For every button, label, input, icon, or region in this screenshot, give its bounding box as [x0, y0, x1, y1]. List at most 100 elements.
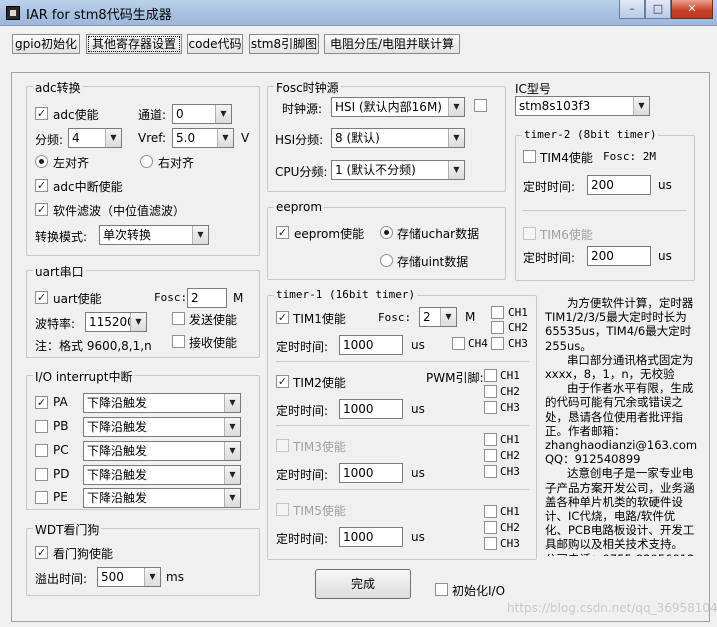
- tab-code[interactable]: code代码: [187, 34, 243, 54]
- tim1-time-input[interactable]: 1000: [339, 335, 403, 355]
- chevron-down-icon: ▼: [224, 442, 240, 460]
- adc-left-align-radio[interactable]: [35, 155, 48, 168]
- eeprom-uint-radio[interactable]: [380, 254, 393, 267]
- adc-div-select[interactable]: 4 ▼: [68, 128, 122, 148]
- maximize-button[interactable]: □: [645, 0, 671, 19]
- minimize-button[interactable]: –: [619, 0, 645, 19]
- tim1-ch4-checkbox[interactable]: [452, 337, 465, 350]
- tab-gpio-init[interactable]: gpio初始化: [12, 34, 80, 54]
- tim1-enable-checkbox[interactable]: ✓: [276, 311, 289, 324]
- uart-fosc-input[interactable]: 2: [187, 288, 227, 308]
- eeprom-uchar-label: 存储uchar数据: [397, 227, 480, 241]
- port-pc-checkbox[interactable]: [35, 444, 48, 457]
- tim3-ch3-checkbox[interactable]: [484, 465, 497, 478]
- chevron-down-icon: ▼: [448, 129, 464, 147]
- init-io-checkbox[interactable]: [435, 583, 448, 596]
- tim5-time-input[interactable]: 1000: [339, 527, 403, 547]
- adc-right-align-radio[interactable]: [140, 155, 153, 168]
- wdt-timeout-select[interactable]: 500 ▼: [97, 567, 161, 587]
- tim3-time-unit: us: [411, 466, 425, 480]
- port-pc-trigger-select[interactable]: 下降沿触发 ▼: [83, 441, 241, 461]
- fosc-src-select[interactable]: HSI (默认内部16M) ▼: [331, 97, 465, 117]
- tim3-enable-label: TIM3使能: [293, 440, 346, 454]
- fosc-hsi-select[interactable]: 8 (默认) ▼: [331, 128, 465, 148]
- port-pd-checkbox[interactable]: [35, 468, 48, 481]
- port-pe-label: PE: [53, 490, 68, 504]
- tim1-ch2-label: CH2: [508, 321, 528, 334]
- port-pb-label: PB: [53, 419, 69, 433]
- tab-pinout[interactable]: stm8引脚图: [249, 34, 319, 54]
- tab-other-registers[interactable]: 其他寄存器设置: [86, 34, 182, 54]
- port-pa-label: PA: [53, 395, 68, 409]
- tim3-ch2-checkbox[interactable]: [484, 449, 497, 462]
- tim5-ch1-checkbox[interactable]: [484, 505, 497, 518]
- adc-irq-checkbox[interactable]: ✓: [35, 179, 48, 192]
- tim3-ch1-checkbox[interactable]: [484, 433, 497, 446]
- port-pe-checkbox[interactable]: [35, 491, 48, 504]
- fosc-extra-checkbox[interactable]: [474, 99, 487, 112]
- fosc-src-label: 时钟源:: [282, 102, 323, 116]
- timer1-fosc-unit: M: [465, 310, 476, 324]
- adc-vref-select[interactable]: 5.0 ▼: [172, 128, 234, 148]
- tim6-time-label: 定时时间:: [523, 251, 576, 265]
- wdt-enable-checkbox[interactable]: ✓: [35, 546, 48, 559]
- port-pe-trigger-select[interactable]: 下降沿触发 ▼: [83, 488, 241, 508]
- eeprom-enable-label: eeprom使能: [294, 227, 365, 241]
- done-button[interactable]: 完成: [315, 569, 411, 599]
- tim5-ch2-checkbox[interactable]: [484, 521, 497, 534]
- uart-baud-label: 波特率:: [35, 317, 76, 331]
- tim5-enable-checkbox[interactable]: [276, 503, 289, 516]
- port-pd-trigger-select[interactable]: 下降沿触发 ▼: [83, 465, 241, 485]
- tim2-time-unit: us: [411, 402, 425, 416]
- chevron-down-icon: ▼: [130, 313, 146, 331]
- tim2-ch3-label: CH3: [500, 401, 520, 414]
- tim2-ch1-checkbox[interactable]: [484, 369, 497, 382]
- adc-filter-checkbox[interactable]: ✓: [35, 203, 48, 216]
- io-irq-legend: I/O interrupt中断: [33, 368, 135, 385]
- chevron-down-icon: ▼: [633, 97, 649, 115]
- tim4-enable-checkbox[interactable]: [523, 150, 536, 163]
- port-pd-label: PD: [53, 467, 70, 481]
- timer2-legend: timer-2 (8bit timer): [522, 128, 659, 141]
- tim3-time-input[interactable]: 1000: [339, 463, 403, 483]
- port-pb-trigger-select[interactable]: 下降沿触发 ▼: [83, 417, 241, 437]
- uart-baud-select[interactable]: 115200 ▼: [85, 312, 147, 332]
- tim1-ch3-label: CH3: [508, 337, 528, 350]
- tim3-ch1-label: CH1: [500, 433, 520, 446]
- eeprom-uchar-radio[interactable]: [380, 226, 393, 239]
- tim2-time-input[interactable]: 1000: [339, 399, 403, 419]
- timer1-fosc-select[interactable]: 2 ▼: [419, 307, 457, 327]
- eeprom-enable-checkbox[interactable]: ✓: [276, 226, 289, 239]
- adc-mode-select[interactable]: 单次转换 ▼: [99, 225, 209, 245]
- adc-irq-label: adc中断使能: [53, 180, 123, 194]
- wdt-timeout-unit: ms: [166, 570, 184, 584]
- tim3-enable-checkbox[interactable]: [276, 439, 289, 452]
- uart-rx-checkbox[interactable]: [172, 335, 185, 348]
- adc-enable-checkbox[interactable]: ✓: [35, 107, 48, 120]
- tim6-enable-checkbox[interactable]: [523, 227, 536, 240]
- uart-enable-checkbox[interactable]: ✓: [35, 291, 48, 304]
- tim5-ch3-checkbox[interactable]: [484, 537, 497, 550]
- tim2-ch2-label: CH2: [500, 385, 520, 398]
- tim2-enable-checkbox[interactable]: ✓: [276, 375, 289, 388]
- fosc-cpu-select[interactable]: 1 (默认不分频) ▼: [331, 160, 465, 180]
- port-pb-checkbox[interactable]: [35, 420, 48, 433]
- uart-tx-checkbox[interactable]: [172, 312, 185, 325]
- close-button[interactable]: ✕: [671, 0, 713, 19]
- port-pa-checkbox[interactable]: ✓: [35, 396, 48, 409]
- tim5-enable-label: TIM5使能: [293, 504, 346, 518]
- tim1-ch3-checkbox[interactable]: [491, 337, 504, 350]
- tim1-ch1-checkbox[interactable]: [491, 306, 504, 319]
- tim6-time-input[interactable]: 200: [587, 246, 651, 266]
- tim4-time-label: 定时时间:: [523, 180, 576, 194]
- tab-resistor-calc[interactable]: 电阻分压/电阻并联计算: [324, 34, 460, 54]
- ic-model-select[interactable]: stm8s103f3 ▼: [515, 96, 650, 116]
- port-pa-trigger-select[interactable]: 下降沿触发 ▼: [83, 393, 241, 413]
- adc-channel-select[interactable]: 0 ▼: [172, 104, 232, 124]
- tim4-time-input[interactable]: 200: [587, 175, 651, 195]
- tim1-ch2-checkbox[interactable]: [491, 321, 504, 334]
- tim2-ch3-checkbox[interactable]: [484, 401, 497, 414]
- tim6-enable-label: TIM6使能: [540, 228, 593, 242]
- tim2-ch2-checkbox[interactable]: [484, 385, 497, 398]
- watermark: https://blog.csdn.net/qq_36958104: [507, 601, 717, 615]
